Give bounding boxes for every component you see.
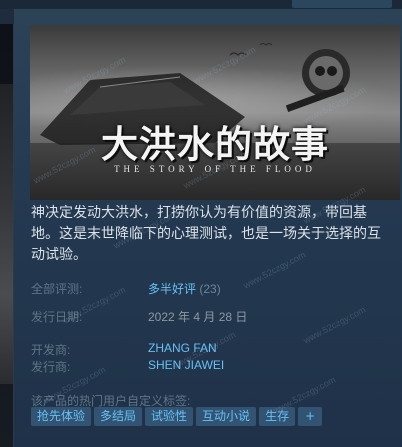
previous-screenshot-image [0, 84, 13, 384]
add-tag-button[interactable]: + [298, 407, 323, 426]
reviews-label: 全部评测: [31, 282, 83, 296]
top-action-button[interactable] [292, 0, 392, 8]
reviews-count: (23) [199, 282, 221, 296]
tag-multiple-endings[interactable]: 多结局 [94, 407, 143, 426]
publisher-label: 发行商: [31, 360, 71, 374]
release-date: 2022 年 4 月 28 日 [148, 310, 248, 324]
reviews-summary[interactable]: 多半好评 [148, 282, 196, 296]
game-title: 大洪水的故事 [101, 122, 329, 166]
top-strip [0, 0, 402, 9]
reviews-value[interactable]: 多半好评 (23) [148, 280, 221, 297]
tag-experimental[interactable]: 试验性 [145, 407, 194, 426]
developer-label: 开发商: [31, 343, 71, 357]
tag-interactive-fiction[interactable]: 互动小说 [196, 407, 257, 426]
previous-screenshot-edge[interactable] [0, 24, 14, 447]
tag-early-access[interactable]: 抢先体验 [31, 407, 92, 426]
